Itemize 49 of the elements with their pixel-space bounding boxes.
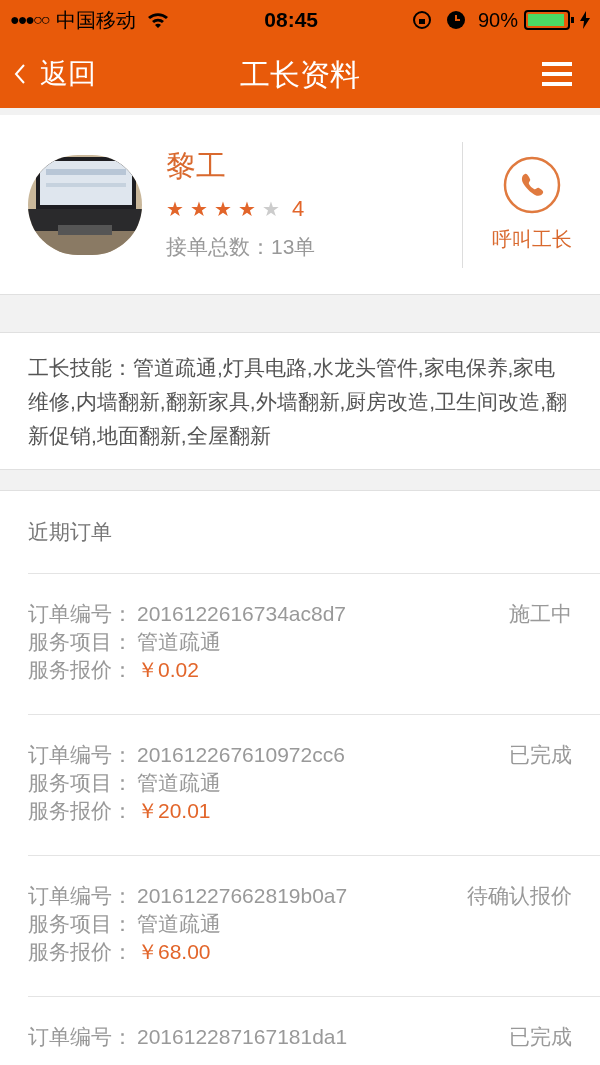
wifi-icon xyxy=(146,11,171,29)
charging-icon xyxy=(580,11,590,29)
battery-icon xyxy=(524,9,576,31)
star-icon: ★ xyxy=(214,193,232,224)
field-label: 服务报价： xyxy=(28,798,133,824)
order-number: 201612287167181da1 xyxy=(137,1024,348,1050)
field-label: 服务项目： xyxy=(28,770,133,796)
order-number: 201612267610972cc6 xyxy=(137,742,345,768)
menu-icon[interactable] xyxy=(542,62,572,86)
order-status: 已完成 xyxy=(509,742,572,768)
field-label: 订单编号： xyxy=(28,883,133,909)
field-label: 订单编号： xyxy=(28,1024,133,1050)
field-label: 订单编号： xyxy=(28,601,133,627)
order-status: 施工中 xyxy=(509,601,572,627)
order-number: 2016122616734ac8d7 xyxy=(137,601,347,627)
field-label: 订单编号： xyxy=(28,742,133,768)
phone-icon xyxy=(502,155,561,214)
order-status: 待确认报价 xyxy=(467,883,572,909)
field-label: 服务项目： xyxy=(28,629,133,655)
service-name: 管道疏通 xyxy=(137,629,221,655)
field-label: 服务报价： xyxy=(28,657,133,683)
order-price: ￥20.01 xyxy=(137,798,211,824)
battery-percent: 90% xyxy=(478,8,518,33)
call-button[interactable]: 呼叫工长 xyxy=(491,141,572,268)
rating-value: 4 xyxy=(292,195,305,224)
page-title: 工长资料 xyxy=(240,56,360,93)
chevron-left-icon xyxy=(14,63,26,85)
worker-name: 黎工 xyxy=(166,148,227,185)
order-price: ￥68.00 xyxy=(137,939,211,965)
service-name: 管道疏通 xyxy=(137,911,221,937)
star-icon: ★ xyxy=(262,193,280,224)
star-icon: ★ xyxy=(166,193,184,224)
back-button[interactable]: 返回 xyxy=(14,53,96,95)
field-label: 服务项目： xyxy=(28,911,133,937)
carrier-name: 中国移动 xyxy=(56,8,137,33)
signal-indicator: ●●●○○ xyxy=(10,10,49,30)
order-status: 已完成 xyxy=(509,1024,572,1050)
star-icon: ★ xyxy=(190,193,208,224)
rotation-lock-icon xyxy=(412,10,432,30)
field-label: 服务报价： xyxy=(28,939,133,965)
order-count: 接单总数：13单 xyxy=(166,234,316,261)
star-icon: ★ xyxy=(238,193,256,224)
skills-text: 工长技能：管道疏通,灯具电路,水龙头管件,家电保养,家电维修,内墙翻新,翻新家具,外墙翻新,厨房改造,卫生间改造,翻新促销,地面翻新,全屋翻新 xyxy=(28,355,568,449)
order-number: 20161227662819b0a7 xyxy=(137,883,348,909)
order-price: ￥0.02 xyxy=(137,657,199,683)
section-title: 近期订单 xyxy=(28,519,113,546)
clock: 08:45 xyxy=(264,7,318,34)
service-name: 管道疏通 xyxy=(137,770,221,796)
alarm-icon xyxy=(446,10,466,30)
